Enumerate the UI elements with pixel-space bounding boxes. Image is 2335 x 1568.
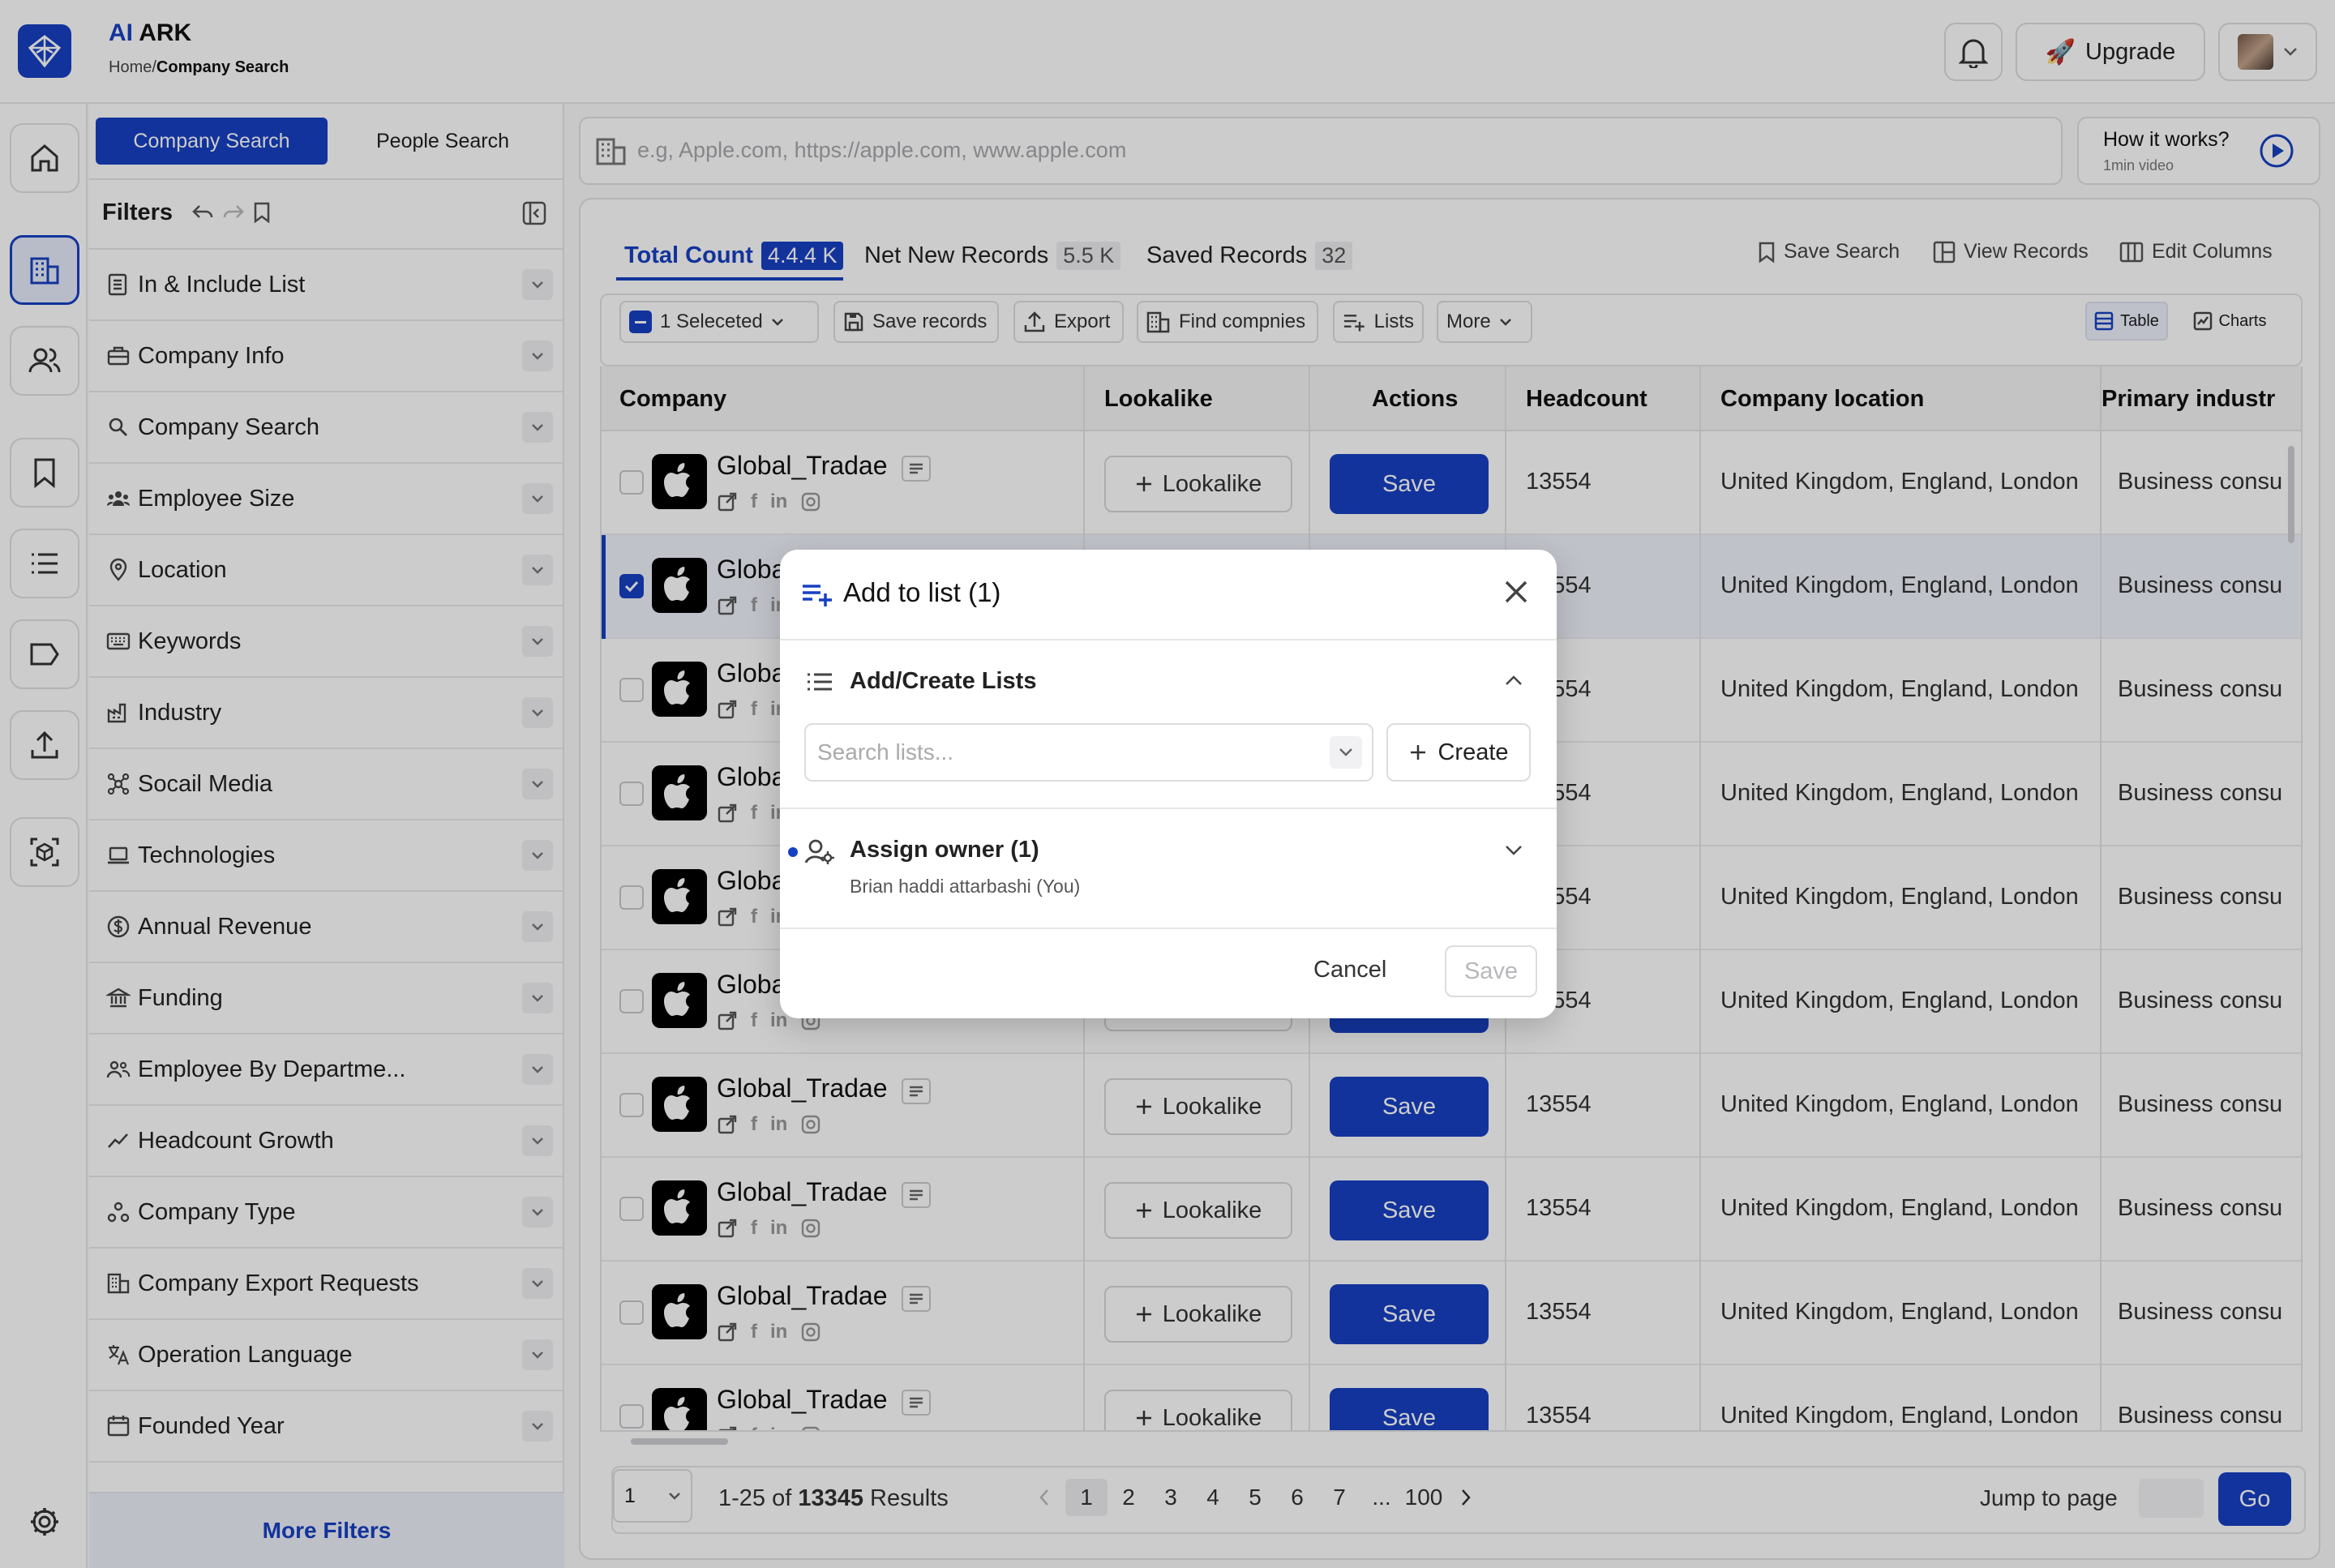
chevron-up-icon[interactable] (1505, 675, 1523, 686)
list-icon (806, 671, 833, 692)
save-button[interactable]: Save (1445, 945, 1537, 997)
cancel-button[interactable]: Cancel (1313, 957, 1386, 983)
assign-user-icon (804, 838, 835, 864)
divider (780, 808, 1557, 809)
search-lists-placeholder: Search lists... (817, 739, 954, 765)
add-list-icon (801, 582, 833, 608)
create-list-button[interactable]: Create (1386, 723, 1531, 782)
divider (780, 928, 1557, 929)
close-icon[interactable] (1502, 577, 1531, 606)
divider (780, 639, 1557, 640)
add-create-lists-section[interactable]: Add/Create Lists (850, 668, 1036, 695)
chevron-down-icon[interactable] (1330, 736, 1362, 769)
add-to-list-modal (780, 550, 1557, 1018)
modal-title: Add to list (1) (843, 577, 1001, 607)
assign-owner-section[interactable]: Assign owner (1) (850, 837, 1039, 863)
owner-name: Brian haddi attarbashi (You) (850, 876, 1081, 897)
status-dot (788, 847, 798, 857)
plus-icon (1411, 745, 1426, 760)
chevron-down-icon[interactable] (1505, 845, 1523, 856)
